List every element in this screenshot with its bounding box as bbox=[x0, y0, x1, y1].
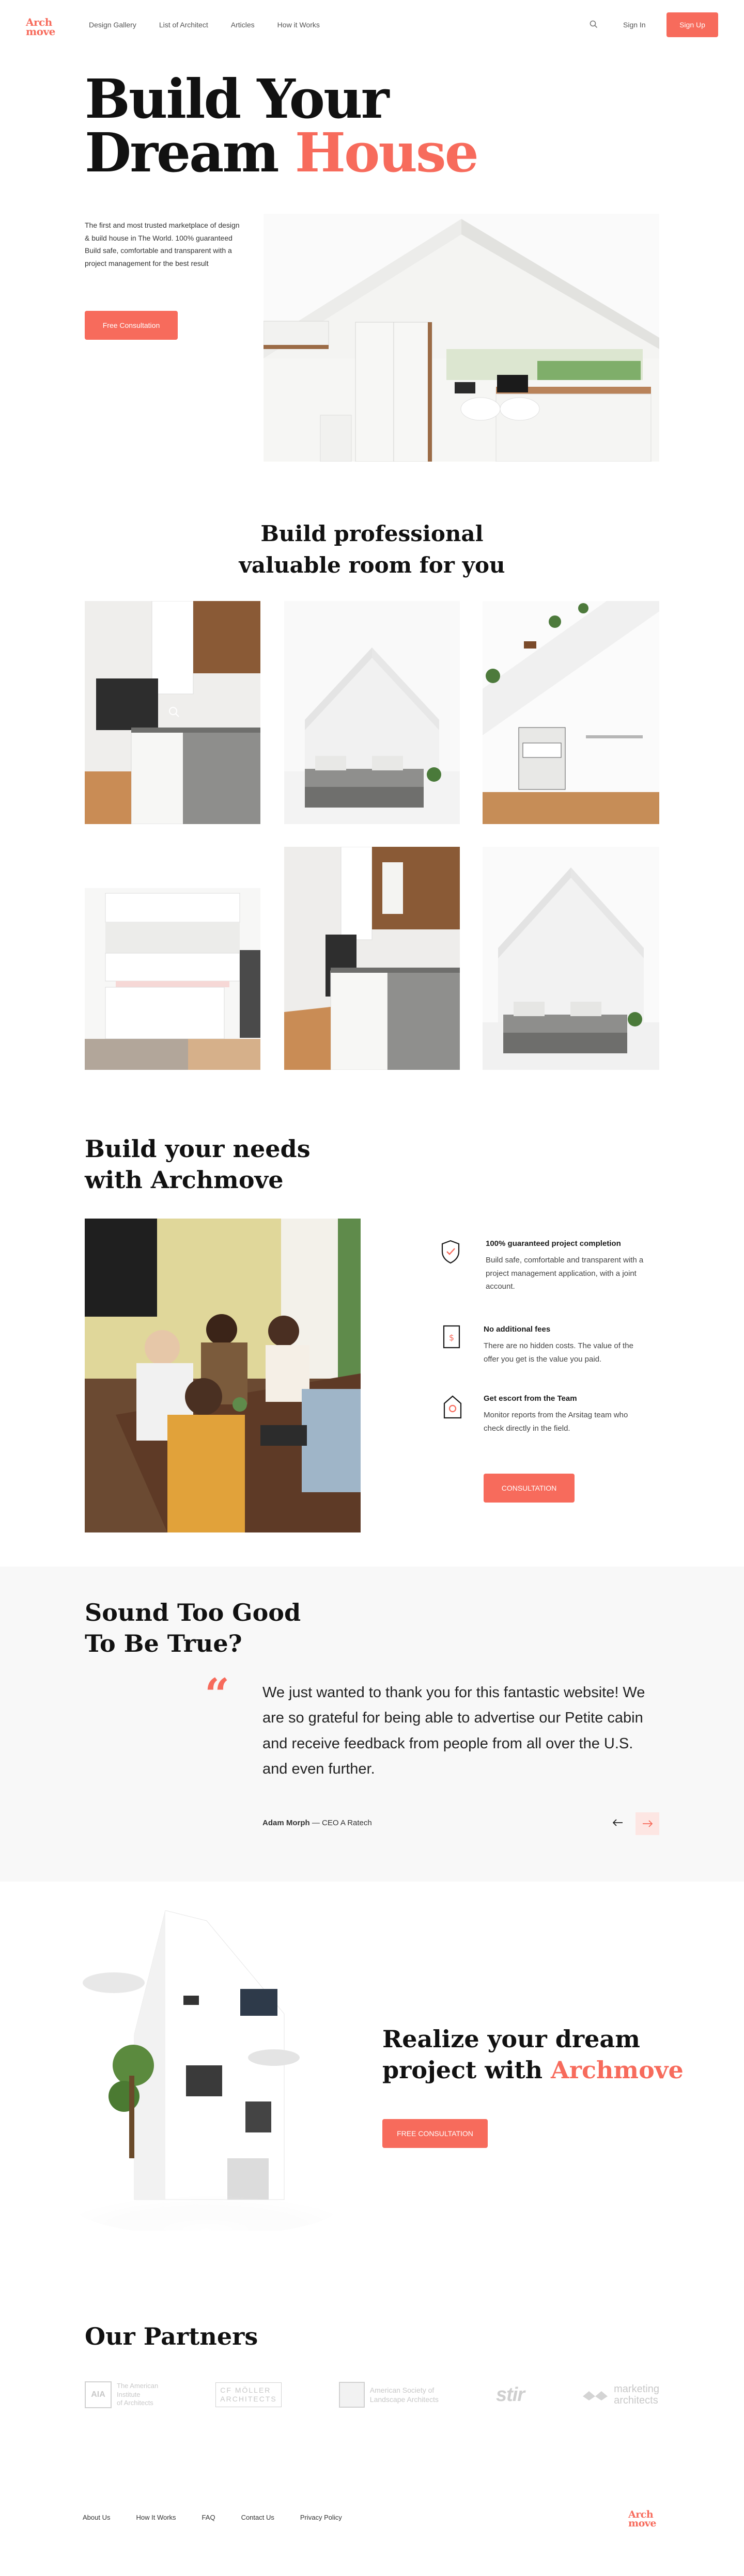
partner-logos: AIA The American Institute of Architects… bbox=[85, 2381, 659, 2408]
footer-contact-us[interactable]: Contact Us bbox=[241, 2514, 274, 2521]
gallery-image-bedroom-2[interactable] bbox=[483, 847, 659, 1070]
testimonial-quote: We just wanted to thank you for this fan… bbox=[262, 1684, 645, 1777]
footer-faq[interactable]: FAQ bbox=[202, 2514, 215, 2521]
nav-articles[interactable]: Articles bbox=[231, 21, 255, 29]
arrow-left-icon[interactable] bbox=[609, 1813, 627, 1832]
team-meeting-image bbox=[85, 1219, 361, 1532]
hero-title-accent: House bbox=[295, 121, 479, 184]
footer-how-it-works[interactable]: How It Works bbox=[136, 2514, 176, 2521]
partner-aia[interactable]: AIA The American Institute of Architects bbox=[85, 2381, 158, 2408]
footer-logo[interactable]: Arch move bbox=[628, 2509, 656, 2528]
feature-text: Build safe, comfortable and transparent … bbox=[486, 1256, 644, 1291]
gallery-image-kitchen-2[interactable] bbox=[284, 847, 460, 1070]
free-consultation-button-2[interactable]: FREE CONSULTATION bbox=[382, 2119, 488, 2148]
search-icon[interactable] bbox=[589, 20, 598, 29]
partners-title: Our Partners bbox=[85, 2322, 258, 2350]
footer-nav: About Us How It Works FAQ Contact Us Pri… bbox=[83, 2514, 342, 2521]
main-nav: Design Gallery List of Architect Article… bbox=[89, 21, 320, 29]
gallery-image-kitchen[interactable] bbox=[85, 601, 260, 824]
partner-asla[interactable]: American Society of Landscape Architects bbox=[338, 2382, 439, 2408]
navbar: Arch move Design Gallery List of Archite… bbox=[0, 0, 744, 50]
partner-marketing-architects[interactable]: marketing architects bbox=[582, 2383, 659, 2406]
house-render-image bbox=[72, 1910, 341, 2236]
footer-about-us[interactable]: About Us bbox=[83, 2514, 110, 2521]
partner-stir[interactable]: stir bbox=[496, 2384, 525, 2406]
svg-text:$: $ bbox=[449, 1333, 454, 1342]
arrow-right-icon[interactable] bbox=[636, 1812, 659, 1835]
feature-title: No additional fees bbox=[484, 1325, 551, 1334]
rooms-title: Build professional valuable room for you bbox=[239, 521, 505, 578]
quote-icon: “ bbox=[205, 1669, 230, 1720]
feature-title: Get escort from the Team bbox=[484, 1394, 577, 1403]
needs-title: Build your needs with Archmove bbox=[85, 1135, 311, 1194]
shield-icon bbox=[440, 1239, 461, 1264]
partner-cf-moller[interactable]: CF MÖLLER ARCHITECTS bbox=[215, 2382, 282, 2407]
testimonial-title: Sound Too Good To Be True? bbox=[85, 1599, 301, 1657]
nav-how-it-works[interactable]: How it Works bbox=[277, 21, 320, 29]
hero-image bbox=[264, 214, 659, 462]
testimonial-author: Adam Morph — CEO A Ratech bbox=[262, 1819, 372, 1827]
feature-text: There are no hidden costs. The value of … bbox=[484, 1341, 633, 1364]
gallery-image-white-kitchen[interactable] bbox=[85, 847, 260, 1070]
free-consultation-button[interactable]: Free Consultation bbox=[85, 311, 178, 340]
asla-logo-icon bbox=[338, 2382, 365, 2408]
logo[interactable]: Arch move bbox=[26, 17, 55, 37]
hero-title: Build Your Dream House bbox=[85, 67, 479, 184]
nav-design-gallery[interactable]: Design Gallery bbox=[89, 21, 136, 29]
gallery-image-bedroom[interactable] bbox=[284, 601, 460, 824]
nav-list-of-architect[interactable]: List of Architect bbox=[159, 21, 208, 29]
feature-title: 100% guaranteed project completion bbox=[486, 1239, 621, 1248]
feature-text: Monitor reports from the Arsitag team wh… bbox=[484, 1411, 628, 1433]
aia-logo-icon: AIA bbox=[85, 2381, 112, 2408]
gallery-image-study[interactable] bbox=[483, 601, 659, 824]
hero-description: The first and most trusted marketplace o… bbox=[85, 221, 240, 267]
footer-privacy-policy[interactable]: Privacy Policy bbox=[300, 2514, 342, 2521]
consultation-button[interactable]: CONSULTATION bbox=[484, 1474, 575, 1503]
zoom-icon[interactable] bbox=[167, 705, 181, 719]
house-icon bbox=[442, 1394, 463, 1419]
sign-in-link[interactable]: Sign In bbox=[623, 21, 646, 30]
sign-up-button[interactable]: Sign Up bbox=[667, 12, 718, 37]
realize-title: Realize your dream project with Archmove bbox=[382, 2025, 684, 2084]
invoice-icon: $ bbox=[442, 1325, 461, 1349]
marketing-architects-logo-icon bbox=[582, 2387, 609, 2403]
realize-title-accent: Archmove bbox=[551, 2056, 684, 2084]
